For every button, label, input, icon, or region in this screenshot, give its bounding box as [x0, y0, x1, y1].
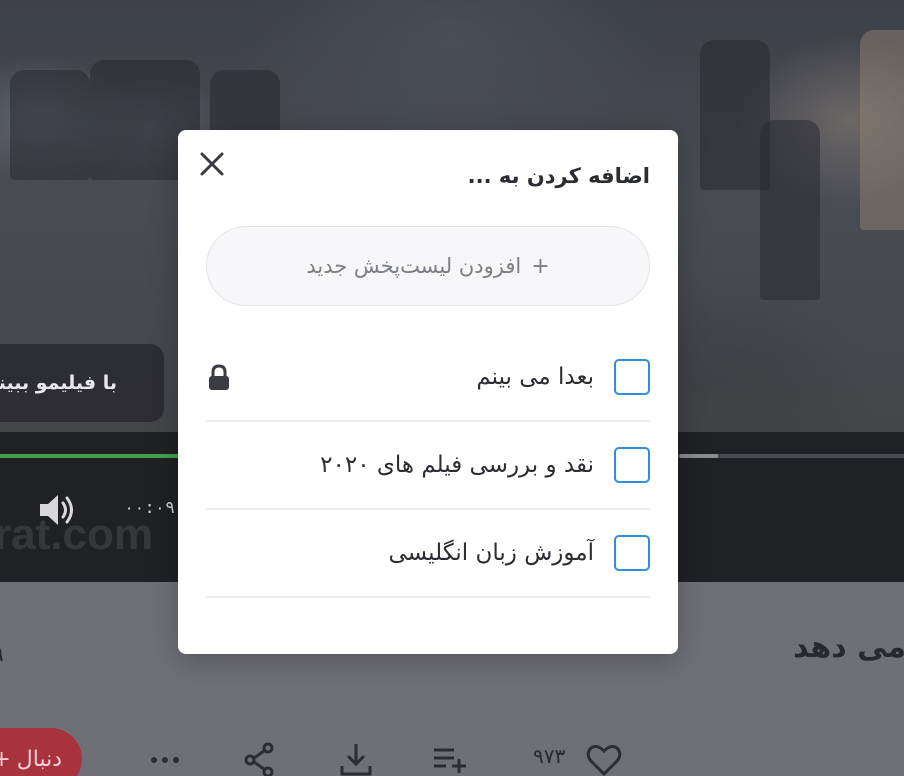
watch-on-filimo-label: با فیلیمو ببینید	[0, 372, 117, 394]
dialog-title: اضافه کردن به ...	[467, 164, 650, 188]
heart-icon[interactable]	[586, 742, 622, 776]
share-icon[interactable]	[242, 742, 278, 776]
playlist-checkbox[interactable]	[614, 447, 650, 483]
more-icon[interactable]	[148, 742, 184, 776]
watermark: rat.com	[0, 510, 153, 559]
plus-icon: +	[531, 253, 550, 279]
new-playlist-label: افزودن لیست‌پخش جدید	[306, 254, 522, 278]
close-icon[interactable]	[196, 148, 228, 180]
download-icon[interactable]	[338, 742, 374, 776]
playlist-item-film-reviews[interactable]: نقد و بررسی فیلم های ۲۰۲۰	[206, 422, 650, 510]
playlist-label: بعدا می بینم	[476, 364, 594, 390]
like-count: ۹۷۳	[533, 744, 566, 768]
add-to-playlist-dialog: اضافه کردن به ... + افزودن لیست‌پخش جدید…	[178, 130, 678, 654]
watch-on-filimo-banner[interactable]: با فیلیمو ببینید	[0, 344, 164, 422]
follow-button[interactable]: + دنبال	[0, 728, 82, 776]
playlist-checkbox[interactable]	[614, 535, 650, 571]
progress-buffer	[680, 454, 718, 458]
playlist-label: آموزش زبان انگلیسی	[388, 540, 594, 566]
video-title: می دهد	[793, 630, 904, 665]
progress-fill	[0, 454, 181, 458]
lock-icon	[209, 364, 229, 390]
playlist-label: نقد و بررسی فیلم های ۲۰۲۰	[320, 452, 594, 478]
new-playlist-button[interactable]: + افزودن لیست‌پخش جدید	[206, 226, 650, 306]
follow-plus: +	[0, 746, 11, 772]
playlist-item-watch-later[interactable]: بعدا می بینم	[206, 334, 650, 422]
view-count: ۹	[0, 642, 4, 667]
add-to-playlist-icon[interactable]	[432, 742, 468, 776]
follow-label: دنبال	[16, 746, 62, 772]
playlist-item-english-lessons[interactable]: آموزش زبان انگلیسی	[206, 510, 650, 598]
playlist-checkbox[interactable]	[614, 359, 650, 395]
